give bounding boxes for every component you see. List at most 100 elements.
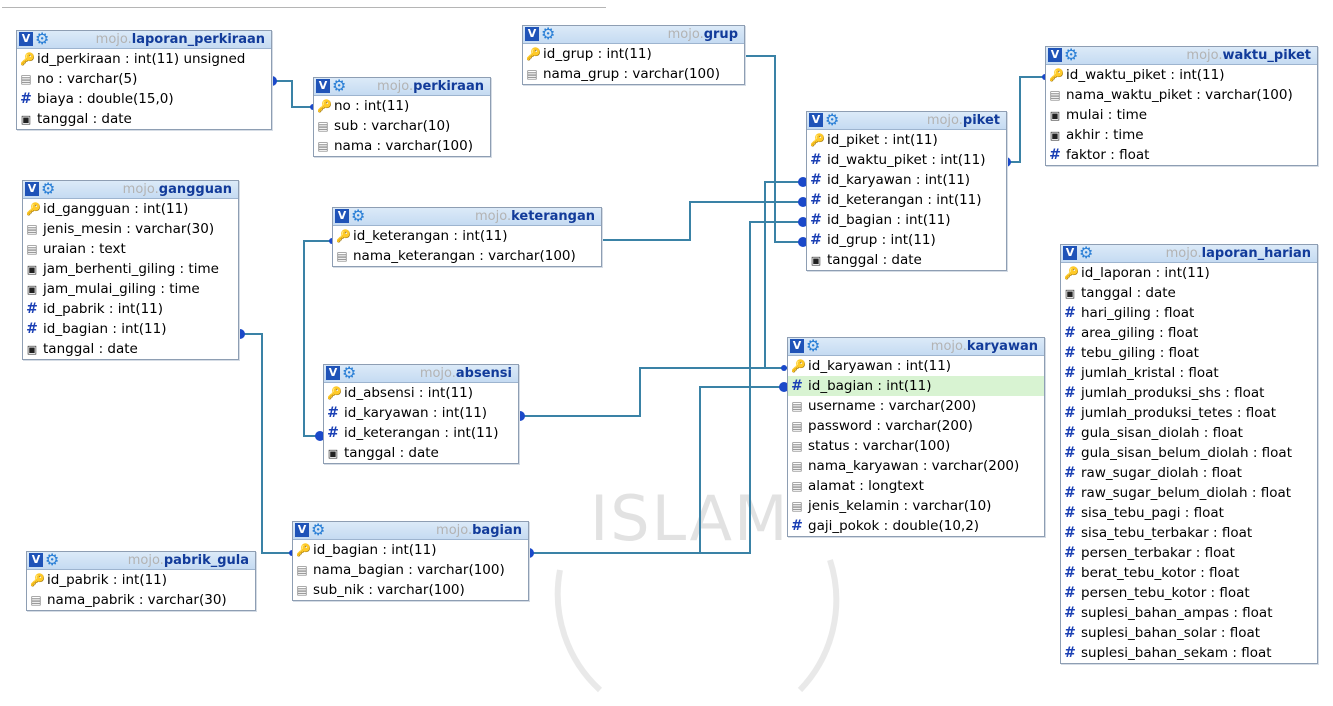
view-toggle-icon[interactable]: V [326,366,340,380]
table-laporan-perkiraan[interactable]: V ⚙ mojo.laporan_perkiraan 🔑 id_perkiraan : … [16,30,272,130]
field-row[interactable]: ▣ tanggal : date [807,250,1006,270]
field-row[interactable]: # jumlah_produksi_tetes : float [1061,403,1317,423]
table-keterangan[interactable]: V ⚙ mojo.keterangan 🔑 id_keterangan : int(11… [332,207,602,267]
field-row[interactable]: 🔑 id_keterangan : int(11) [333,226,601,246]
field-row[interactable]: # area_giling : float [1061,323,1317,343]
field-row[interactable]: ▣ tanggal : date [1061,283,1317,303]
field-row[interactable]: # persen_tebu_kotor : float [1061,583,1317,603]
field-row[interactable]: ▤ status : varchar(100) [788,436,1044,456]
gear-icon[interactable]: ⚙ [541,26,557,42]
field-row[interactable]: # id_keterangan : int(11) [807,190,1006,210]
gear-icon[interactable]: ⚙ [1064,47,1080,63]
field-row[interactable]: # gaji_pokok : double(10,2) [788,516,1044,536]
table-header[interactable]: V ⚙ mojo.keterangan [333,208,601,226]
field-row[interactable]: # suplesi_bahan_sekam : float [1061,643,1317,663]
field-row[interactable]: 🔑 id_waktu_piket : int(11) [1046,65,1317,85]
field-row[interactable]: ▣ jam_berhenti_giling : time [23,259,238,279]
field-row[interactable]: ▤ nama_keterangan : varchar(100) [333,246,601,266]
gear-icon[interactable]: ⚙ [342,365,358,381]
table-karyawan[interactable]: V ⚙ mojo.karyawan 🔑 id_karyawan : int(11) # id… [787,337,1045,537]
field-row[interactable]: ▤ no : varchar(5) [17,69,271,89]
field-row[interactable]: 🔑 id_absensi : int(11) [324,383,518,403]
field-row[interactable]: # hari_giling : float [1061,303,1317,323]
view-toggle-icon[interactable]: V [525,27,539,41]
field-row[interactable]: ▤ uraian : text [23,239,238,259]
field-row[interactable]: ▣ akhir : time [1046,125,1317,145]
field-row[interactable]: # sisa_tebu_terbakar : float [1061,523,1317,543]
field-row[interactable]: ▣ tanggal : date [23,339,238,359]
field-row[interactable]: # jumlah_kristal : float [1061,363,1317,383]
field-row[interactable]: 🔑 id_perkiraan : int(11) unsigned [17,49,271,69]
gear-icon[interactable]: ⚙ [35,31,51,47]
view-toggle-icon[interactable]: V [29,553,43,567]
table-header[interactable]: V ⚙ mojo.perkiraan [314,78,490,96]
field-row[interactable]: 🔑 id_karyawan : int(11) [788,356,1044,376]
gear-icon[interactable]: ⚙ [45,552,61,568]
gear-icon[interactable]: ⚙ [41,181,57,197]
field-row[interactable]: # gula_sisan_belum_diolah : float [1061,443,1317,463]
field-row[interactable]: ▤ username : varchar(200) [788,396,1044,416]
field-row[interactable]: ▤ nama_pabrik : varchar(30) [27,590,255,610]
field-row[interactable]: # raw_sugar_diolah : float [1061,463,1317,483]
gear-icon[interactable]: ⚙ [332,78,348,94]
table-absensi[interactable]: V ⚙ mojo.absensi 🔑 id_absensi : int(11) # id_k… [323,364,519,464]
field-row[interactable]: ▣ jam_mulai_giling : time [23,279,238,299]
field-row[interactable]: # id_bagian : int(11) [807,210,1006,230]
table-waktu-piket[interactable]: V ⚙ mojo.waktu_piket 🔑 id_waktu_piket : int(… [1045,46,1318,166]
field-row[interactable]: # faktor : float [1046,145,1317,165]
field-row[interactable]: ▤ nama_grup : varchar(100) [523,64,744,84]
view-toggle-icon[interactable]: V [335,209,349,223]
gear-icon[interactable]: ⚙ [1079,245,1095,261]
field-row[interactable]: # biaya : double(15,0) [17,89,271,109]
field-row[interactable]: 🔑 id_laporan : int(11) [1061,263,1317,283]
table-header[interactable]: V ⚙ mojo.laporan_harian [1061,245,1317,263]
field-row[interactable]: # suplesi_bahan_ampas : float [1061,603,1317,623]
field-row[interactable]: 🔑 id_gangguan : int(11) [23,199,238,219]
view-toggle-icon[interactable]: V [295,523,309,537]
field-row[interactable]: ▤ password : varchar(200) [788,416,1044,436]
gear-icon[interactable]: ⚙ [806,338,822,354]
table-pabrik-gula[interactable]: V ⚙ mojo.pabrik_gula 🔑 id_pabrik : int(11) ▤ n… [26,551,256,611]
table-grup[interactable]: V ⚙ mojo.grup 🔑 id_grup : int(11) ▤ nama_grup … [522,25,745,85]
field-row[interactable]: # suplesi_bahan_solar : float [1061,623,1317,643]
field-row[interactable]: 🔑 no : int(11) [314,96,490,116]
field-row[interactable]: # berat_tebu_kotor : float [1061,563,1317,583]
table-header[interactable]: V ⚙ mojo.piket [807,112,1006,130]
field-row[interactable]: ▤ sub_nik : varchar(100) [293,580,528,600]
view-toggle-icon[interactable]: V [809,113,823,127]
field-row[interactable]: ▤ nama_karyawan : varchar(200) [788,456,1044,476]
field-row[interactable]: 🔑 id_pabrik : int(11) [27,570,255,590]
table-header[interactable]: V ⚙ mojo.bagian [293,522,528,540]
field-row[interactable]: ▤ nama : varchar(100) [314,136,490,156]
field-row[interactable]: # jumlah_produksi_shs : float [1061,383,1317,403]
field-row[interactable]: # id_bagian : int(11) [788,376,1044,396]
field-row[interactable]: # id_karyawan : int(11) [807,170,1006,190]
field-row[interactable]: ▣ mulai : time [1046,105,1317,125]
field-row[interactable]: # id_karyawan : int(11) [324,403,518,423]
field-row[interactable]: 🔑 id_grup : int(11) [523,44,744,64]
field-row[interactable]: # gula_sisan_diolah : float [1061,423,1317,443]
field-row[interactable]: ▤ nama_bagian : varchar(100) [293,560,528,580]
gear-icon[interactable]: ⚙ [311,522,327,538]
field-row[interactable]: # id_pabrik : int(11) [23,299,238,319]
table-gangguan[interactable]: V ⚙ mojo.gangguan 🔑 id_gangguan : int(11) ▤ je… [22,180,239,360]
field-row[interactable]: 🔑 id_bagian : int(11) [293,540,528,560]
table-piket[interactable]: V ⚙ mojo.piket 🔑 id_piket : int(11) # id_waktu… [806,111,1007,271]
table-header[interactable]: V ⚙ mojo.karyawan [788,338,1044,356]
table-laporan-harian[interactable]: V ⚙ mojo.laporan_harian 🔑 id_laporan : int(1… [1060,244,1318,664]
table-header[interactable]: V ⚙ mojo.laporan_perkiraan [17,31,271,49]
field-row[interactable]: ▣ tanggal : date [17,109,271,129]
field-row[interactable]: # tebu_giling : float [1061,343,1317,363]
field-row[interactable]: # sisa_tebu_pagi : float [1061,503,1317,523]
table-header[interactable]: V ⚙ mojo.grup [523,26,744,44]
field-row[interactable]: 🔑 id_piket : int(11) [807,130,1006,150]
table-perkiraan[interactable]: V ⚙ mojo.perkiraan 🔑 no : int(11) ▤ sub : varc… [313,77,491,157]
view-toggle-icon[interactable]: V [1048,48,1062,62]
field-row[interactable]: # raw_sugar_belum_diolah : float [1061,483,1317,503]
field-row[interactable]: ▤ jenis_kelamin : varchar(10) [788,496,1044,516]
view-toggle-icon[interactable]: V [790,339,804,353]
field-row[interactable]: ▣ tanggal : date [324,443,518,463]
view-toggle-icon[interactable]: V [19,32,33,46]
gear-icon[interactable]: ⚙ [351,208,367,224]
field-row[interactable]: # persen_terbakar : float [1061,543,1317,563]
